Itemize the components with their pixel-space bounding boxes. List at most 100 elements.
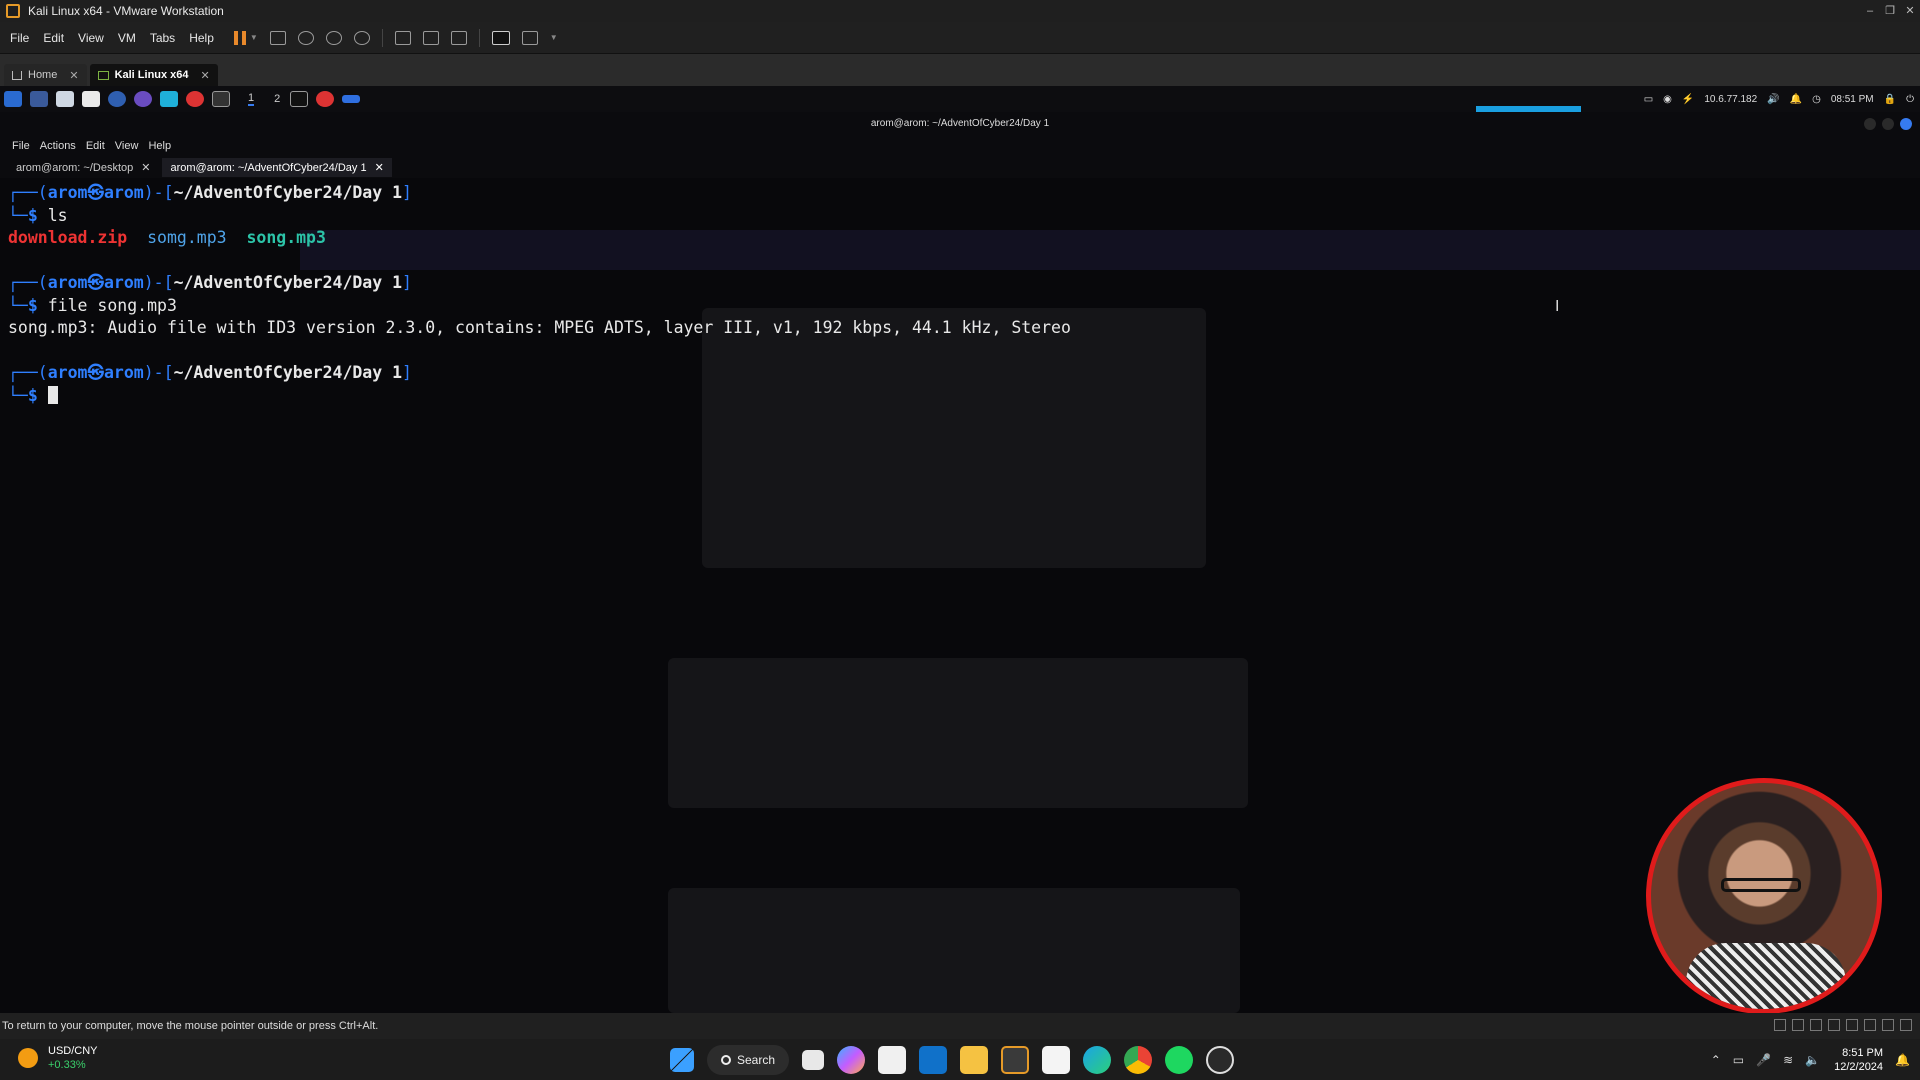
vmware-taskbar-icon[interactable] <box>1001 1046 1030 1074</box>
task-view-icon[interactable] <box>802 1050 825 1070</box>
terminal-minimize-icon[interactable] <box>1864 118 1876 130</box>
tray-overflow-icon[interactable]: ⌃ <box>1711 1053 1721 1067</box>
close-tab-icon[interactable]: ✕ <box>141 162 150 174</box>
firefox-icon[interactable] <box>108 91 126 107</box>
snapshot-icon[interactable] <box>297 30 314 45</box>
close-tab-icon[interactable]: ✕ <box>375 162 384 174</box>
taskbar-brave-icon[interactable] <box>316 91 335 107</box>
text-editor-icon[interactable] <box>82 91 100 107</box>
device-cd-icon[interactable] <box>1792 1019 1804 1031</box>
terminal-menu-view[interactable]: View <box>115 140 139 152</box>
device-sound-icon[interactable] <box>1846 1019 1858 1031</box>
speaker-icon[interactable]: 🔈 <box>1805 1053 1820 1067</box>
device-printer-icon[interactable] <box>1864 1019 1876 1031</box>
windows-start-icon[interactable] <box>670 1048 694 1072</box>
thumbnail-bar-icon[interactable] <box>422 30 439 45</box>
file-manager-icon[interactable] <box>56 91 74 107</box>
chrome-icon[interactable] <box>1124 1046 1153 1074</box>
terminal-tab-desktop[interactable]: arom@arom: ~/Desktop ✕ <box>8 158 158 177</box>
terminal-launcher-icon[interactable] <box>212 91 230 107</box>
burp-icon[interactable] <box>160 91 178 107</box>
pause-icon[interactable] <box>233 30 246 45</box>
ls-output: download.zip somg.mp3 song.mp3 <box>8 228 326 247</box>
terminal-close-icon[interactable] <box>1900 118 1912 130</box>
microphone-icon[interactable]: 🎤 <box>1756 1053 1771 1067</box>
notification-icon[interactable]: 🔔 <box>1895 1053 1910 1067</box>
message-log-icon[interactable] <box>1900 1019 1912 1031</box>
file-explorer-icon[interactable] <box>960 1046 989 1074</box>
terminal-maximize-icon[interactable] <box>1882 118 1894 130</box>
kali-menu-icon[interactable] <box>4 91 22 107</box>
network-icon[interactable]: ⚡ <box>1682 94 1694 105</box>
full-screen-icon[interactable] <box>450 30 467 45</box>
display-icon[interactable]: ▭ <box>1644 94 1653 105</box>
terminal-menu-help[interactable]: Help <box>148 140 171 152</box>
power-icon[interactable]: ⏻ <box>1906 94 1914 105</box>
file-download-zip: download.zip <box>8 228 128 247</box>
vmware-menu-bar: File Edit View VM Tabs Help ▼ ▼ <box>0 22 1920 54</box>
recording-app-icon[interactable] <box>1206 1046 1235 1074</box>
notion-icon[interactable] <box>1042 1046 1071 1074</box>
notification-bell-icon[interactable]: 🔔 <box>1790 94 1802 105</box>
tab-home[interactable]: Home ✕ <box>4 64 87 86</box>
tray-app-icon[interactable]: ▭ <box>1733 1053 1744 1067</box>
device-network-icon[interactable] <box>1810 1019 1822 1031</box>
terminal-tab-day1[interactable]: arom@arom: ~/AdventOfCyber24/Day 1 ✕ <box>162 157 392 177</box>
workspace-2[interactable]: 2 <box>274 93 280 105</box>
taskbar-window-icon[interactable] <box>342 95 361 103</box>
menu-edit[interactable]: Edit <box>43 31 64 45</box>
brave-icon[interactable] <box>186 91 204 107</box>
menu-file[interactable]: File <box>10 31 29 45</box>
minimize-icon[interactable]: – <box>1860 0 1880 22</box>
snapshot-manager-icon[interactable] <box>353 30 370 45</box>
outlook-icon[interactable] <box>919 1046 948 1074</box>
terminal-menu-actions[interactable]: Actions <box>40 140 76 152</box>
menu-vm[interactable]: VM <box>118 31 136 45</box>
console-view-icon[interactable] <box>491 30 510 45</box>
tab-kali-linux[interactable]: Kali Linux x64 ✕ <box>89 64 218 86</box>
vmware-status-bar: To return to your computer, move the mou… <box>0 1013 1920 1039</box>
terminal-menu-edit[interactable]: Edit <box>86 140 105 152</box>
revert-snapshot-icon[interactable] <box>325 30 342 45</box>
spotify-icon[interactable] <box>1165 1046 1194 1074</box>
vpn-icon[interactable]: ◉ <box>1663 94 1672 105</box>
device-hdd-icon[interactable] <box>1774 1019 1786 1031</box>
device-usb-icon[interactable] <box>1828 1019 1840 1031</box>
menu-help[interactable]: Help <box>189 31 214 45</box>
chevron-down-icon[interactable]: ▼ <box>550 33 558 42</box>
workspace-1[interactable]: 1 <box>248 92 255 106</box>
show-desktop-icon[interactable] <box>30 91 48 107</box>
menu-view[interactable]: View <box>78 31 104 45</box>
wifi-icon[interactable]: ≋ <box>1783 1053 1793 1067</box>
close-icon[interactable]: ✕ <box>1900 0 1920 22</box>
search-label: Search <box>737 1053 776 1067</box>
browser-icon[interactable] <box>134 91 152 107</box>
device-display-icon[interactable] <box>1882 1019 1894 1031</box>
stock-widget[interactable]: USD/CNY +0.33% <box>18 1044 98 1072</box>
toolbar-divider <box>381 28 383 47</box>
close-tab-icon[interactable]: ✕ <box>201 69 210 82</box>
copilot-icon[interactable] <box>837 1046 866 1074</box>
stretch-guest-icon[interactable] <box>521 30 538 45</box>
volume-icon[interactable]: 🔊 <box>1767 94 1779 105</box>
show-library-icon[interactable] <box>394 30 411 45</box>
taskbar-apps: Search <box>670 1045 1247 1075</box>
taskbar-search-button[interactable]: Search <box>707 1045 790 1075</box>
chevron-down-icon[interactable]: ▼ <box>250 33 258 42</box>
taskbar-terminal-icon[interactable] <box>290 91 309 107</box>
command-line[interactable]: └─$ <box>8 385 58 405</box>
panel-clock[interactable]: 08:51 PM <box>1831 94 1874 105</box>
send-ctrl-alt-del-icon[interactable] <box>269 30 286 45</box>
lock-icon[interactable]: 🔒 <box>1884 94 1896 105</box>
restore-icon[interactable]: ❐ <box>1880 0 1900 22</box>
taskbar-clock[interactable]: 8:51 PM 12/2/2024 <box>1834 1046 1883 1074</box>
edge-icon[interactable] <box>1083 1046 1112 1074</box>
terminal-menu-file[interactable]: File <box>12 140 30 152</box>
close-tab-icon[interactable]: ✕ <box>69 69 78 82</box>
menu-tabs[interactable]: Tabs <box>150 31 175 45</box>
clock-date: 12/2/2024 <box>1834 1060 1884 1073</box>
terminal-body[interactable]: ┌──(arom㉿arom)-[~/AdventOfCyber24/Day 1]… <box>0 178 1920 1013</box>
ghost-card <box>668 888 1240 1013</box>
microsoft-store-icon[interactable] <box>878 1046 907 1074</box>
prompt-line: ┌──(arom㉿arom)-[~/AdventOfCyber24/Day 1] <box>8 273 412 292</box>
